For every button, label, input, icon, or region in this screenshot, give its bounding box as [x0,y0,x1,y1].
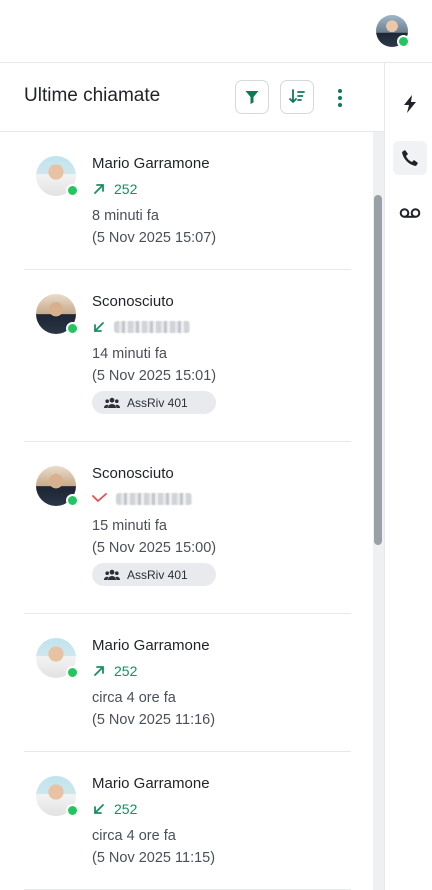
page-title: Ultime chiamate [24,85,161,106]
call-item[interactable]: Mario Garramone 252 8 minuti fa (5 Nov 2… [24,132,351,270]
number-row [92,490,192,508]
online-status-dot [66,184,79,197]
sort-descending-icon [289,89,305,103]
missed-call-icon [92,493,107,502]
online-status-dot [66,804,79,817]
caller-name: Sconosciuto [92,293,174,310]
more-vertical-icon[interactable] [330,87,350,109]
avatar [36,776,79,817]
group-icon [104,569,120,580]
relative-time: 15 minuti fa [92,518,167,534]
filter-icon [245,91,259,104]
online-status-dot [66,322,79,335]
caller-name: Mario Garramone [92,155,210,172]
sort-button[interactable] [280,80,314,114]
incoming-call-icon [94,804,104,814]
relative-time: 14 minuti fa [92,346,167,362]
number-row [92,318,190,336]
call-datetime: (5 Nov 2025 15:00) [92,540,217,556]
call-list: Mario Garramone 252 8 minuti fa (5 Nov 2… [0,132,372,890]
side-rail [385,63,432,890]
redacted-number [114,321,190,333]
filter-button[interactable] [235,80,269,114]
relative-time: 8 minuti fa [92,208,159,224]
rail-item-calls[interactable] [393,141,427,175]
relative-time: circa 4 ore fa [92,828,176,844]
redacted-number [116,493,192,505]
top-bar [0,0,432,63]
call-datetime: (5 Nov 2025 15:01) [92,368,217,384]
avatar [36,294,79,335]
avatar [36,156,79,197]
scrollbar-thumb[interactable] [374,195,382,545]
avatar [36,466,79,507]
online-status-dot [66,494,79,507]
relative-time: circa 4 ore fa [92,690,176,706]
outgoing-call-icon [94,184,104,194]
group-tag-label: AssRiv 401 [127,567,188,582]
caller-name: Sconosciuto [92,465,174,482]
call-item[interactable]: Mario Garramone 252 circa 4 ore fa (5 No… [24,752,351,890]
call-item[interactable]: Sconosciuto 15 minuti fa (5 Nov 2025 15:… [24,442,351,614]
avatar [36,638,79,679]
call-datetime: (5 Nov 2025 11:16) [92,712,216,728]
voicemail-icon [399,208,421,218]
panel-header: Ultime chiamate [0,63,384,132]
online-status-dot [66,666,79,679]
recent-calls-panel: Ultime chiamate Mario Garramone 252 8 mi… [0,63,385,890]
call-datetime: (5 Nov 2025 15:07) [92,230,217,246]
incoming-call-icon [94,322,104,332]
online-status-dot [397,35,410,48]
number-row: 252 [92,662,137,680]
rail-item-quick-actions[interactable] [393,87,427,121]
call-datetime: (5 Nov 2025 11:15) [92,850,216,866]
phone-icon [402,150,418,166]
user-avatar[interactable] [376,15,410,48]
group-icon [104,397,120,408]
phone-number: 252 [114,801,138,817]
group-tag: AssRiv 401 [92,391,216,414]
lightning-icon [404,95,416,113]
phone-number: 252 [114,181,138,197]
group-tag: AssRiv 401 [92,563,216,586]
rail-item-voicemail[interactable] [393,196,427,230]
number-row: 252 [92,180,137,198]
call-item[interactable]: Sconosciuto 14 minuti fa (5 Nov 2025 15:… [24,270,351,442]
phone-number: 252 [114,663,138,679]
caller-name: Mario Garramone [92,637,210,654]
outgoing-call-icon [94,666,104,676]
number-row: 252 [92,800,137,818]
caller-name: Mario Garramone [92,775,210,792]
group-tag-label: AssRiv 401 [127,395,188,410]
call-item[interactable]: Mario Garramone 252 circa 4 ore fa (5 No… [24,614,351,752]
